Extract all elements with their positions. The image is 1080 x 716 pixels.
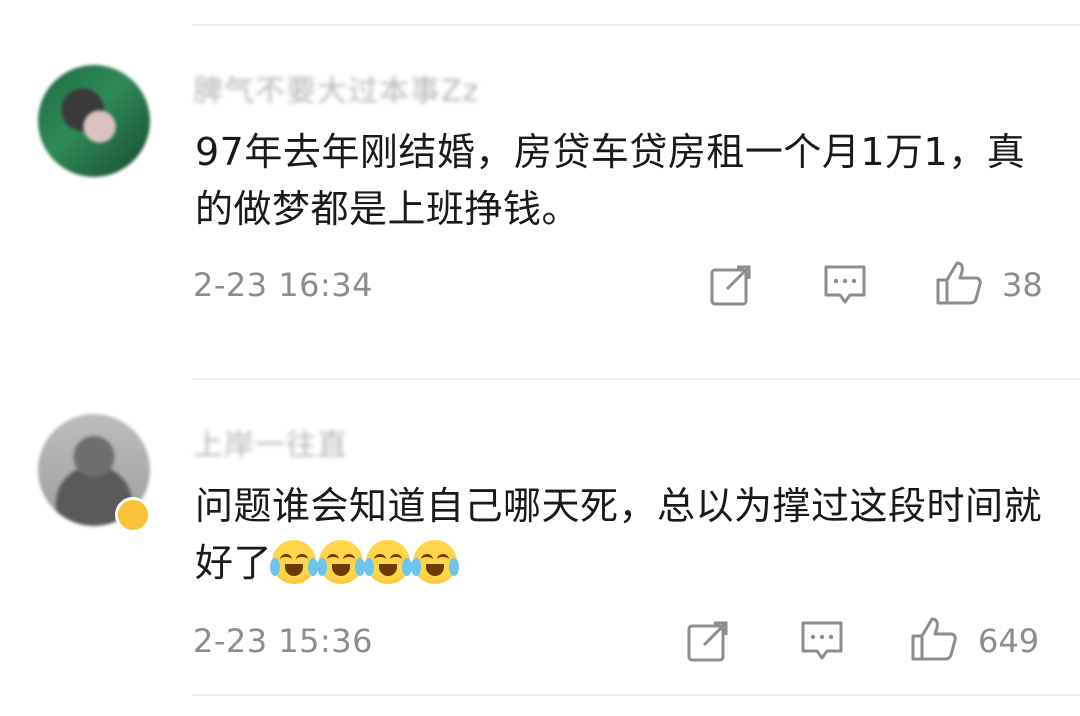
crying-laughing-emoji-icon <box>317 540 366 584</box>
share-icon[interactable] <box>686 620 732 664</box>
crying-laughing-emoji-icon <box>364 540 413 584</box>
top-divider <box>192 24 1080 26</box>
username[interactable]: 脾气不要大过本事Zz <box>193 66 479 109</box>
reply-icon[interactable] <box>823 264 867 306</box>
comment-timestamp: 2-23 16:34 <box>193 266 374 304</box>
like-icon[interactable] <box>910 616 958 662</box>
like-icon[interactable] <box>935 260 983 306</box>
like-count: 38 <box>1002 266 1043 304</box>
crying-laughing-emoji-icon <box>411 540 460 584</box>
comment-text: 97年去年刚结婚，房贷车贷房租一个月1万1，真的做梦都是上班挣钱。 <box>195 130 1026 231</box>
comment-timestamp: 2-23 15:36 <box>193 622 374 660</box>
reply-icon[interactable] <box>800 620 844 662</box>
username[interactable]: 上岸一往直 <box>193 420 348 463</box>
avatar[interactable] <box>38 65 150 177</box>
bottom-divider <box>192 694 1080 696</box>
vip-badge-icon <box>115 497 151 533</box>
crying-laughing-emoji-icon <box>270 540 319 584</box>
comment-divider <box>192 378 1080 380</box>
comment-text: 问题谁会知道自己哪天死，总以为撑过这段时间就好了 <box>195 478 1045 594</box>
share-icon[interactable] <box>709 264 755 308</box>
like-count: 649 <box>978 622 1040 660</box>
emoji-group <box>270 537 460 594</box>
